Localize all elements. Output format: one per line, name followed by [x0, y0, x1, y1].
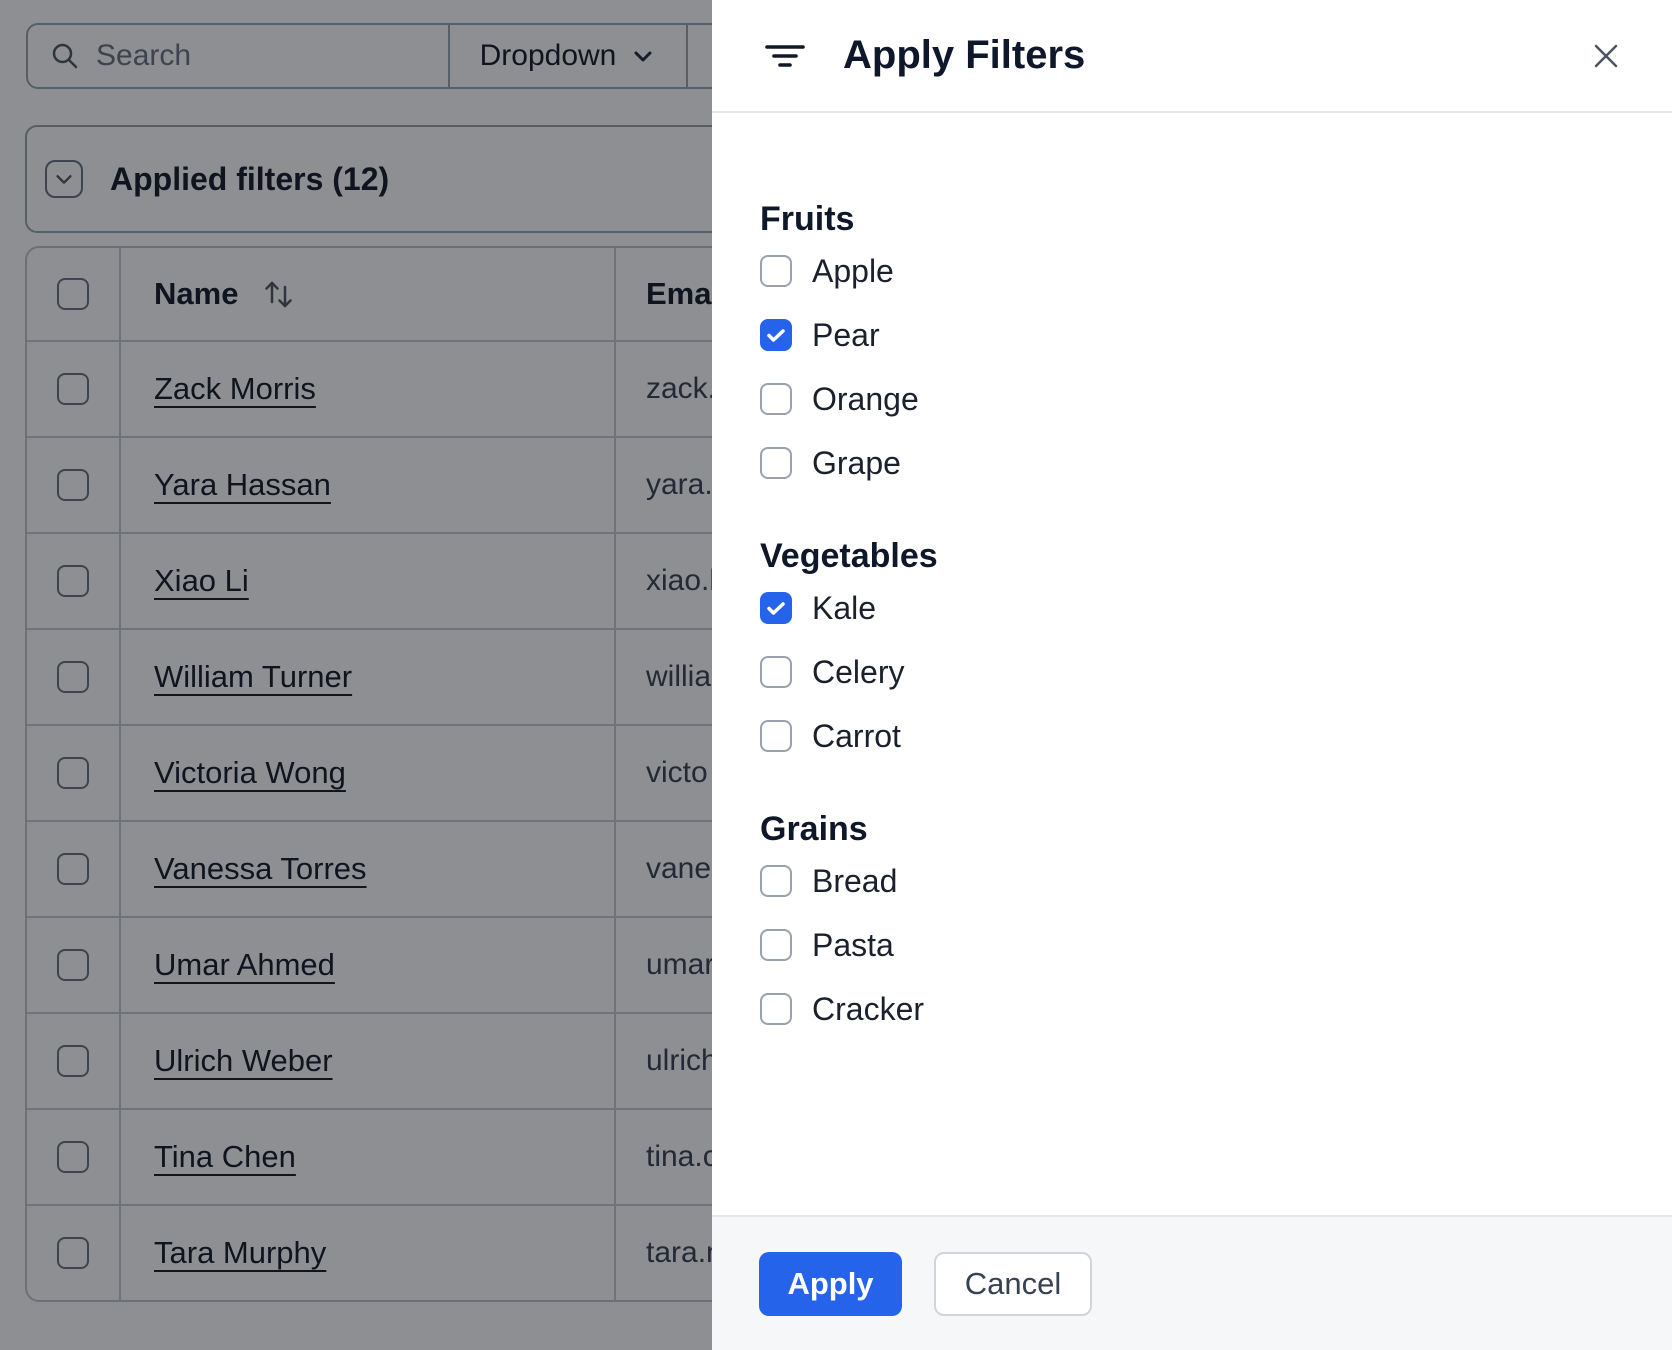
- filter-option[interactable]: Cracker: [760, 977, 1632, 1041]
- filter-section: Grains Bread Pasta Cracker: [760, 809, 1632, 1041]
- filter-section: Fruits Apple Pear Orange Grape: [760, 199, 1632, 495]
- checkbox[interactable]: [760, 865, 792, 897]
- filter-option[interactable]: Pear: [760, 303, 1632, 367]
- checkbox[interactable]: [760, 592, 792, 624]
- option-label: Apple: [812, 252, 894, 289]
- filter-option[interactable]: Kale: [760, 576, 1632, 640]
- filter-option[interactable]: Grape: [760, 431, 1632, 495]
- option-label: Pasta: [812, 926, 894, 963]
- close-icon: [1594, 44, 1618, 67]
- section-heading: Fruits: [760, 200, 855, 238]
- filter-icon: [765, 44, 805, 67]
- filter-section: Vegetables Kale Celery Carrot: [760, 536, 1632, 768]
- apply-button[interactable]: Apply: [759, 1251, 902, 1316]
- filter-option[interactable]: Celery: [760, 640, 1632, 704]
- option-label: Grape: [812, 444, 901, 481]
- checkmark-icon: [767, 602, 785, 615]
- option-label: Celery: [812, 653, 905, 690]
- checkbox[interactable]: [760, 383, 792, 415]
- option-label: Kale: [812, 589, 877, 626]
- option-list: Bread Pasta Cracker: [760, 849, 1632, 1041]
- filter-option[interactable]: Orange: [760, 367, 1632, 431]
- checkbox[interactable]: [760, 319, 792, 351]
- section-heading: Grains: [760, 810, 868, 848]
- apply-filters-panel: Apply Filters Fruits Apple Pear Orange G…: [712, 0, 1672, 1350]
- checkbox[interactable]: [760, 993, 792, 1025]
- checkmark-icon: [767, 329, 785, 342]
- checkbox[interactable]: [760, 255, 792, 287]
- checkbox[interactable]: [760, 656, 792, 688]
- option-list: Apple Pear Orange Grape: [760, 239, 1632, 495]
- checkbox[interactable]: [760, 720, 792, 752]
- option-label: Cracker: [812, 990, 925, 1027]
- option-list: Kale Celery Carrot: [760, 576, 1632, 768]
- checkbox[interactable]: [760, 929, 792, 961]
- close-button[interactable]: [1584, 34, 1628, 78]
- filter-option[interactable]: Apple: [760, 239, 1632, 303]
- option-label: Orange: [812, 380, 919, 417]
- option-label: Bread: [812, 862, 898, 899]
- filter-option[interactable]: Pasta: [760, 913, 1632, 977]
- option-label: Pear: [812, 316, 880, 353]
- checkbox[interactable]: [760, 447, 792, 479]
- panel-header: Apply Filters: [712, 0, 1672, 113]
- section-heading: Vegetables: [760, 537, 938, 575]
- option-label: Carrot: [812, 717, 901, 754]
- filter-option[interactable]: Carrot: [760, 704, 1632, 768]
- cancel-button[interactable]: Cancel: [934, 1251, 1092, 1316]
- panel-footer: Apply Cancel: [712, 1215, 1672, 1350]
- filter-option[interactable]: Bread: [760, 849, 1632, 913]
- filter-sections: Fruits Apple Pear Orange Grape Vegetable…: [712, 113, 1672, 1215]
- panel-title: Apply Filters: [843, 33, 1086, 77]
